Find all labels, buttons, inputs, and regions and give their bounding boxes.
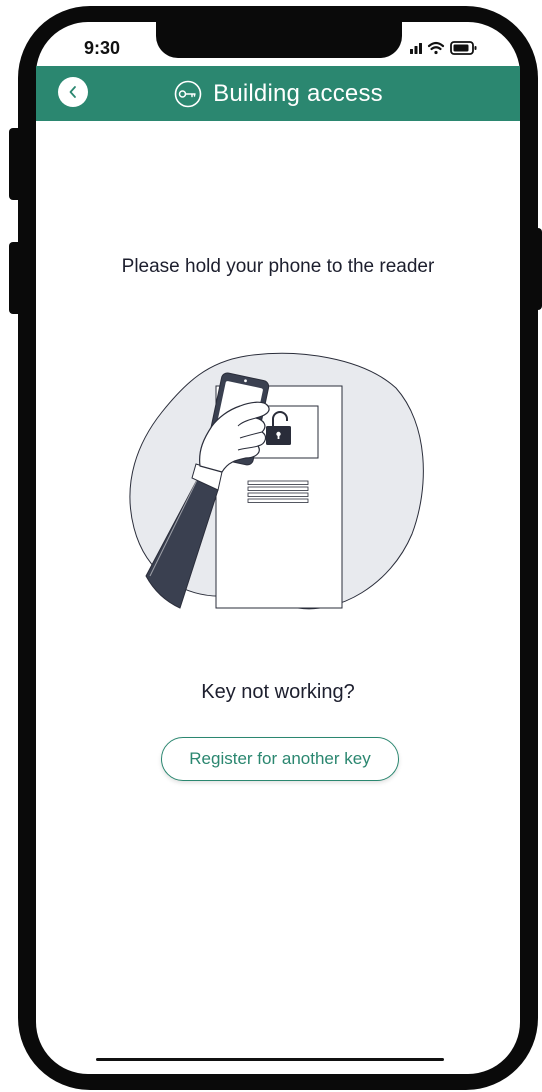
help-question: Key not working?	[201, 681, 355, 703]
signal-icon	[410, 43, 422, 54]
phone-to-reader-illustration	[128, 346, 428, 616]
notch	[156, 22, 402, 58]
register-another-key-button[interactable]: Register for another key	[161, 737, 399, 781]
page-title: Building access	[213, 79, 383, 107]
battery-icon	[450, 41, 477, 55]
wifi-icon	[427, 41, 445, 55]
app-header: Building access	[36, 66, 520, 121]
key-icon	[174, 80, 202, 107]
status-time: 9:30	[84, 38, 121, 58]
status-icons	[410, 38, 490, 58]
instruction-text: Please hold your phone to the reader	[121, 256, 435, 277]
home-indicator[interactable]	[96, 1058, 444, 1061]
header-title-group: Building access	[36, 66, 520, 121]
